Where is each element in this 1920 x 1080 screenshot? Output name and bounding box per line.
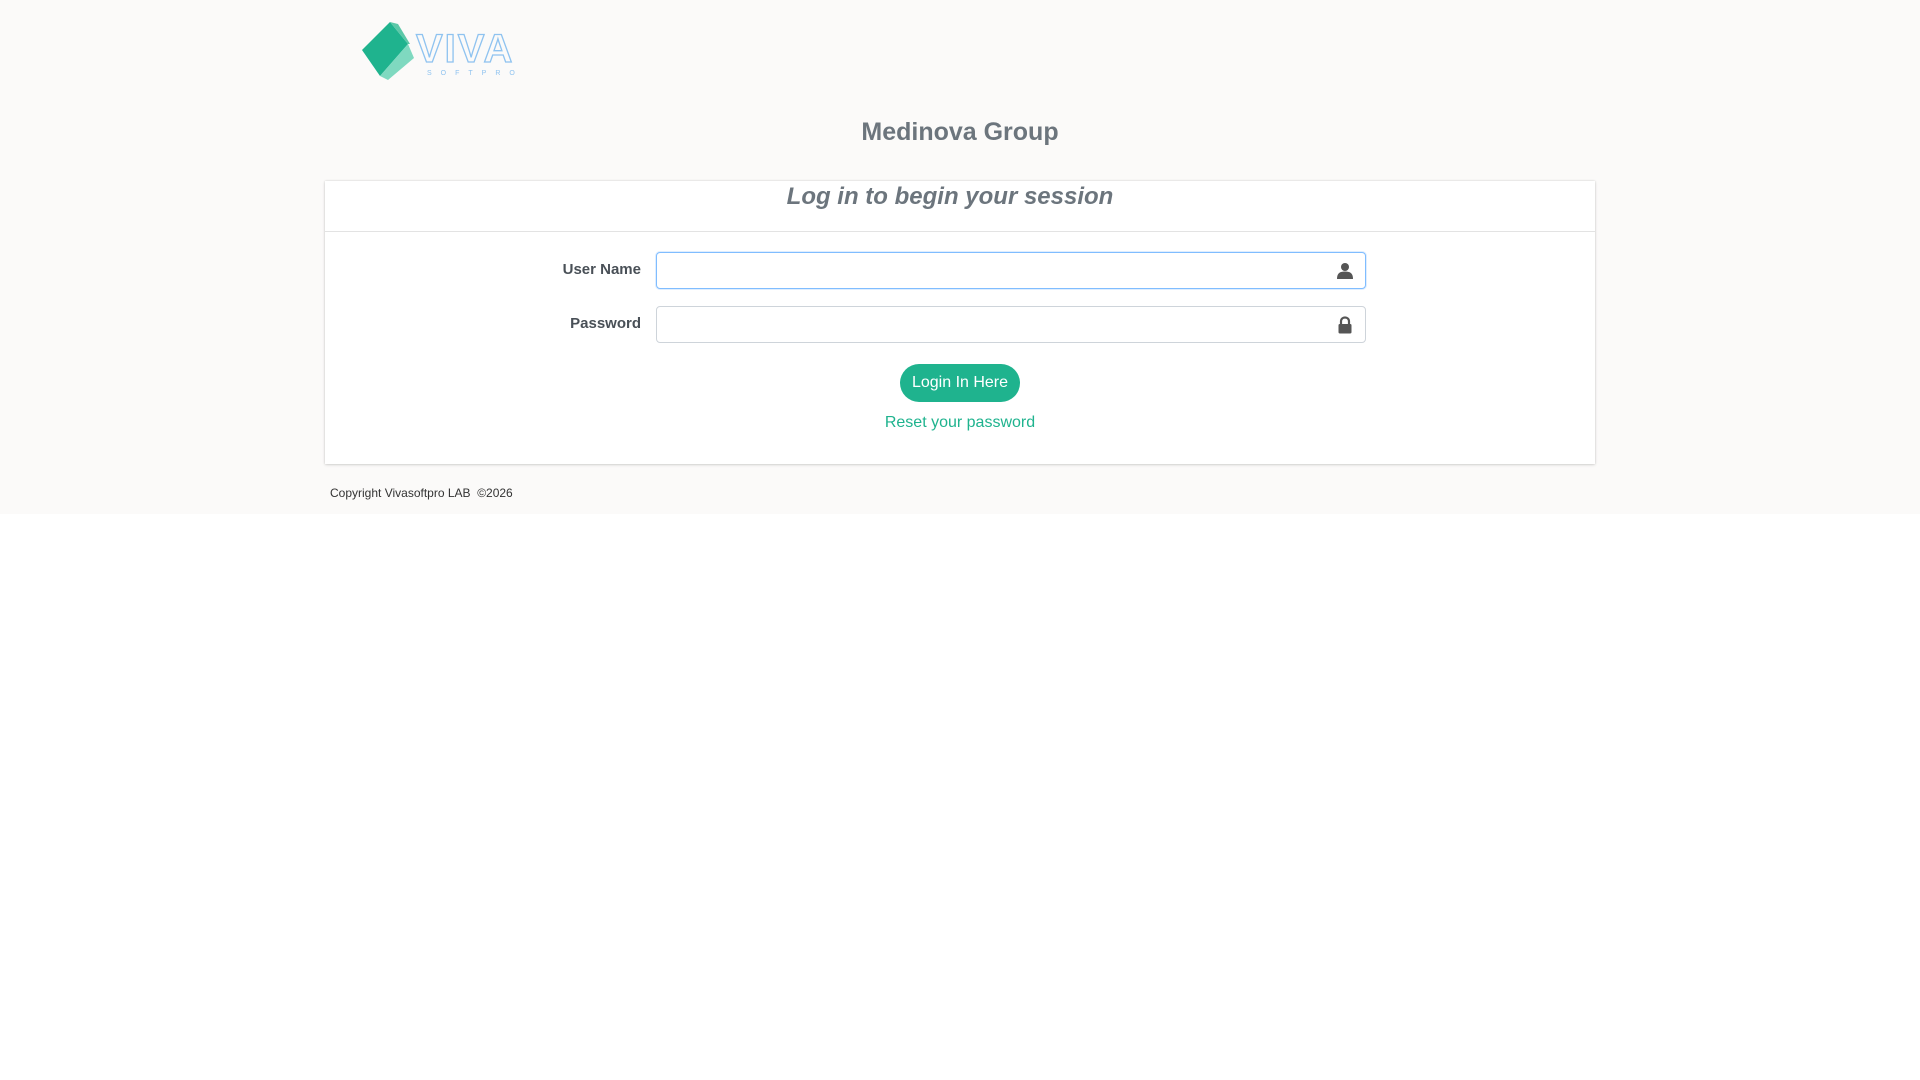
password-label: Password	[570, 315, 641, 332]
organization-title: Medinova Group	[861, 118, 1059, 146]
logo-subtext: SOFTPRO	[427, 70, 524, 77]
password-field[interactable]	[656, 306, 1366, 343]
viva-softpro-logo: VIVA SOFTPRO	[362, 22, 524, 80]
username-input[interactable]	[665, 257, 1319, 286]
user-icon	[1337, 263, 1353, 279]
copyright-text: Copyright Vivasoftpro LAB ©2026	[330, 486, 513, 500]
username-field[interactable]	[656, 252, 1366, 289]
logo-text: VIVA	[416, 27, 514, 71]
reset-password-link[interactable]: Reset your password	[325, 414, 1595, 432]
login-card-title: Log in to begin your session	[786, 183, 1114, 210]
password-input[interactable]	[665, 311, 1319, 340]
login-button[interactable]: Login In Here	[900, 364, 1020, 402]
lock-icon	[1338, 316, 1352, 334]
username-label: User Name	[562, 261, 641, 278]
login-card-header: Log in to begin your session	[325, 181, 1595, 232]
page-background: VIVA SOFTPRO Medinova Group Log in to be…	[0, 0, 1920, 514]
login-card: Log in to begin your session User Name P…	[325, 181, 1595, 464]
